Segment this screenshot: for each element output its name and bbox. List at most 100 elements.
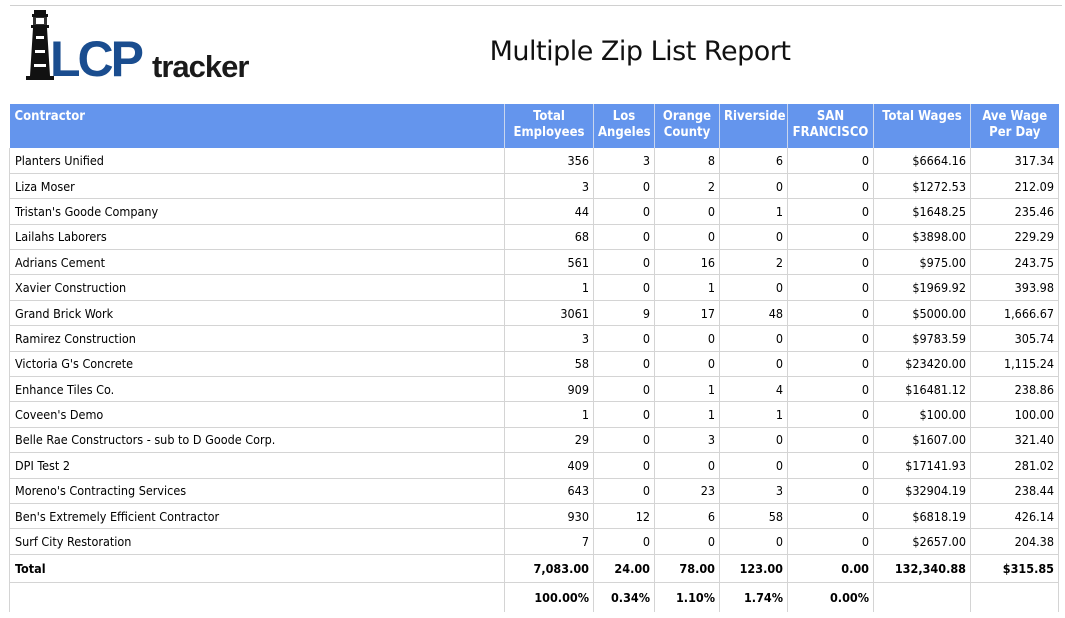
cell-los-angeles: 0 (593, 224, 655, 251)
cell-riverside: 2 (719, 249, 788, 276)
cell-total-employees: 68 (504, 224, 594, 251)
cell-ave-wage-per-day: 212.09 (970, 173, 1059, 200)
table-row: Adrians Cement 561 0 16 2 0 $975.00 243.75 (9, 249, 1059, 276)
cell-ave-wage-per-day: 321.40 (970, 427, 1059, 454)
cell-riverside: 0 (719, 452, 788, 479)
cell-san-francisco: 0 (787, 427, 874, 454)
cell-san-francisco: 0 (787, 274, 874, 301)
table-row: Ramirez Construction 3 0 0 0 0 $9783.59 305.74 (9, 325, 1059, 352)
cell-total-wages: $1969.92 (873, 274, 971, 301)
cell-riverside: 0 (719, 274, 788, 301)
cell-total-wages: $3898.00 (873, 224, 971, 251)
cell-contractor: Enhance Tiles Co. (9, 376, 505, 403)
table-body: Planters Unified 356 3 8 6 0 $6664.16 317.34 Liz… (9, 148, 1059, 613)
cell-contractor: Tristan's Goode Company (9, 198, 505, 225)
cell-contractor: Ben's Extremely Efficient Contractor (9, 503, 505, 530)
cell-total-wages: $100.00 (873, 401, 971, 428)
cell-ave-wage-per-day: 426.14 (970, 503, 1059, 530)
cell-total-wages: 132,340.88 (873, 554, 971, 583)
cell-total-employees: 561 (504, 249, 594, 276)
cell-riverside: 123.00 (719, 554, 788, 583)
table-row: Xavier Construction 1 0 1 0 0 $1969.92 393.98 (9, 274, 1059, 301)
cell-orange-county: 0 (654, 325, 720, 352)
cell-contractor: Planters Unified (9, 148, 505, 174)
cell-orange-county: 0 (654, 224, 720, 251)
logo-lcp-text: LCP (50, 31, 143, 84)
cell-los-angeles: 0 (593, 401, 655, 428)
cell-orange-county: 1.10% (654, 582, 720, 613)
cell-riverside: 0 (719, 325, 788, 352)
cell-contractor: Lailahs Laborers (9, 224, 505, 251)
cell-san-francisco: 0 (787, 198, 874, 225)
cell-ave-wage-per-day: 1,115.24 (970, 351, 1059, 378)
table-row: Moreno's Contracting Services 643 0 23 3 0 $32… (9, 478, 1059, 504)
table-row: Planters Unified 356 3 8 6 0 $6664.16 317.34 (9, 148, 1059, 174)
table-row: Lailahs Laborers 68 0 0 0 0 $3898.00 229.29 (9, 224, 1059, 251)
cell-total-employees: 930 (504, 503, 594, 530)
cell-ave-wage-per-day: 229.29 (970, 224, 1059, 251)
cell-total-employees: 3 (504, 325, 594, 352)
cell-los-angeles: 3 (593, 148, 655, 174)
cell-total-wages: $6664.16 (873, 148, 971, 174)
cell-total-wages: $32904.19 (873, 478, 971, 504)
cell-los-angeles: 0 (593, 452, 655, 479)
cell-orange-county: 78.00 (654, 554, 720, 583)
cell-ave-wage-per-day: 393.98 (970, 274, 1059, 301)
cell-riverside: 6 (719, 148, 788, 174)
cell-los-angeles: 0 (593, 173, 655, 200)
cell-riverside: 0 (719, 224, 788, 251)
cell-ave-wage-per-day: 238.86 (970, 376, 1059, 403)
cell-ave-wage-per-day: 204.38 (970, 528, 1059, 555)
cell-contractor: Total (9, 554, 505, 583)
cell-orange-county: 17 (654, 300, 720, 327)
cell-contractor (9, 582, 505, 613)
cell-contractor: DPI Test 2 (9, 452, 505, 479)
cell-contractor: Grand Brick Work (9, 300, 505, 327)
percent-row: 100.00% 0.34% 1.10% 1.74% 0.00% (9, 582, 1059, 613)
cell-riverside: 0 (719, 427, 788, 454)
cell-orange-county: 2 (654, 173, 720, 200)
table-row: Surf City Restoration 7 0 0 0 0 $2657.00 204.38 (9, 528, 1059, 555)
cell-orange-county: 0 (654, 351, 720, 378)
column-header-san-francisco: SAN FRANCISCO (787, 104, 874, 148)
cell-san-francisco: 0.00% (787, 582, 874, 613)
cell-riverside: 3 (719, 478, 788, 504)
cell-los-angeles: 0 (593, 249, 655, 276)
cell-total-wages: $1272.53 (873, 173, 971, 200)
cell-los-angeles: 0 (593, 528, 655, 555)
cell-orange-county: 3 (654, 427, 720, 454)
cell-total-employees: 909 (504, 376, 594, 403)
cell-contractor: Coveen's Demo (9, 401, 505, 428)
cell-san-francisco: 0 (787, 478, 874, 504)
cell-san-francisco: 0 (787, 376, 874, 403)
column-header-los-angeles: Los Angeles (593, 104, 655, 148)
cell-total-wages: $23420.00 (873, 351, 971, 378)
cell-san-francisco: 0 (787, 224, 874, 251)
cell-riverside: 4 (719, 376, 788, 403)
total-row: Total 7,083.00 24.00 78.00 123.00 0.00 132,340… (9, 554, 1059, 583)
cell-los-angeles: 0 (593, 427, 655, 454)
cell-total-wages: $2657.00 (873, 528, 971, 555)
cell-riverside: 1 (719, 401, 788, 428)
table-row: Ben's Extremely Efficient Contractor 930 1… (9, 503, 1059, 530)
cell-orange-county: 1 (654, 376, 720, 403)
cell-ave-wage-per-day: 1,666.67 (970, 300, 1059, 327)
cell-orange-county: 0 (654, 198, 720, 225)
cell-total-employees: 3 (504, 173, 594, 200)
column-header-ave-wage-per-day: Ave Wage Per Day (970, 104, 1059, 148)
cell-riverside: 0 (719, 351, 788, 378)
cell-san-francisco: 0 (787, 249, 874, 276)
cell-san-francisco: 0 (787, 325, 874, 352)
cell-contractor: Liza Moser (9, 173, 505, 200)
cell-orange-county: 0 (654, 452, 720, 479)
cell-ave-wage-per-day: 243.75 (970, 249, 1059, 276)
cell-riverside: 1.74% (719, 582, 788, 613)
cell-contractor: Adrians Cement (9, 249, 505, 276)
cell-ave-wage-per-day: 317.34 (970, 148, 1059, 174)
cell-ave-wage-per-day: 281.02 (970, 452, 1059, 479)
cell-total-employees: 7,083.00 (504, 554, 594, 583)
table-row: Enhance Tiles Co. 909 0 1 4 0 $16481.12 238.86 (9, 376, 1059, 403)
cell-contractor: Victoria G's Concrete (9, 351, 505, 378)
cell-orange-county: 23 (654, 478, 720, 504)
cell-los-angeles: 0 (593, 376, 655, 403)
